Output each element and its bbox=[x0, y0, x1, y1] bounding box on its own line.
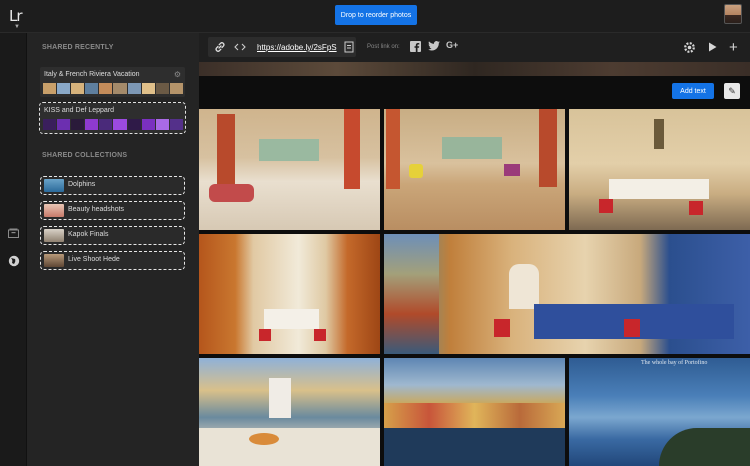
collection-thumbnail bbox=[44, 204, 64, 217]
shared-album-title: Italy & French Riviera Vacation bbox=[44, 71, 140, 78]
gallery-photo[interactable] bbox=[384, 234, 750, 354]
copy-icon[interactable] bbox=[344, 41, 354, 56]
avatar[interactable] bbox=[724, 4, 742, 24]
collection-item[interactable]: Beauty headshots bbox=[40, 201, 185, 220]
collection-label: Kapok Finals bbox=[68, 231, 109, 238]
album-thumbnails bbox=[43, 119, 183, 130]
lightroom-logo[interactable]: Lr bbox=[9, 7, 22, 25]
shared-album-card[interactable]: KISS and Def Leppard bbox=[39, 102, 186, 134]
gallery-photo[interactable] bbox=[199, 358, 380, 466]
chevron-down-icon[interactable]: ▼ bbox=[14, 24, 20, 30]
collection-thumbnail bbox=[44, 254, 64, 267]
gallery-photo[interactable] bbox=[199, 109, 380, 230]
photo-caption: The whole bay of Portofino bbox=[641, 360, 708, 366]
collection-item[interactable]: Dolphins bbox=[40, 176, 185, 195]
content-toolbar: https://adobe.ly/2sFpS Post link on: G+ … bbox=[199, 33, 750, 62]
collection-label: Live Shoot Hede bbox=[68, 256, 120, 263]
cover-image-strip bbox=[199, 62, 750, 76]
collection-thumbnail bbox=[44, 229, 64, 242]
google-plus-icon[interactable]: G+ bbox=[446, 40, 458, 50]
gear-icon[interactable] bbox=[683, 41, 696, 57]
gallery-photo[interactable] bbox=[384, 109, 565, 230]
collection-label: Dolphins bbox=[68, 181, 96, 188]
add-icon[interactable]: + bbox=[729, 39, 738, 56]
facebook-icon[interactable] bbox=[410, 41, 421, 55]
post-link-label: Post link on: bbox=[367, 44, 400, 50]
globe-share-icon[interactable] bbox=[7, 255, 20, 268]
shared-collections-heading: SHARED COLLECTIONS bbox=[42, 152, 128, 159]
top-bar: Lr ▼ Drop to reorder photos bbox=[0, 0, 750, 33]
library-icon[interactable] bbox=[7, 228, 20, 241]
play-slideshow-icon[interactable] bbox=[708, 42, 717, 55]
album-thumbnails bbox=[43, 83, 183, 94]
gallery-photo[interactable]: The whole bay of Portofino bbox=[569, 358, 750, 466]
collection-label: Beauty headshots bbox=[68, 206, 125, 213]
shared-recently-heading: SHARED RECENTLY bbox=[42, 44, 114, 51]
collection-thumbnail bbox=[44, 179, 64, 192]
share-link-box: https://adobe.ly/2sFpS bbox=[208, 37, 356, 57]
embed-code-icon[interactable] bbox=[234, 41, 246, 56]
left-rail bbox=[0, 33, 27, 466]
edit-pencil-icon[interactable]: ✎ bbox=[724, 83, 740, 99]
collection-item[interactable]: Live Shoot Hede bbox=[40, 251, 185, 270]
gallery-photo[interactable] bbox=[569, 109, 750, 230]
gallery-photo[interactable] bbox=[384, 358, 565, 466]
shared-album-card[interactable]: Italy & French Riviera Vacation ⚙ bbox=[40, 67, 185, 97]
shared-album-title: KISS and Def Leppard bbox=[44, 107, 115, 114]
add-text-button[interactable]: Add text bbox=[672, 83, 714, 99]
gallery-photo[interactable] bbox=[199, 234, 380, 354]
lightroom-window: Lr ▼ Drop to reorder photos SHARED RECEN… bbox=[0, 0, 750, 466]
sidebar: SHARED RECENTLY Italy & French Riviera V… bbox=[27, 33, 199, 466]
share-url-link[interactable]: https://adobe.ly/2sFpS bbox=[257, 43, 337, 52]
twitter-icon[interactable] bbox=[428, 41, 440, 54]
reorder-toast: Drop to reorder photos bbox=[335, 5, 417, 25]
gear-icon[interactable]: ⚙ bbox=[174, 70, 181, 79]
photo-gallery: Add text ✎ The whole bay of Portofino bbox=[199, 62, 750, 466]
link-icon[interactable] bbox=[214, 41, 226, 56]
collection-item[interactable]: Kapok Finals bbox=[40, 226, 185, 245]
